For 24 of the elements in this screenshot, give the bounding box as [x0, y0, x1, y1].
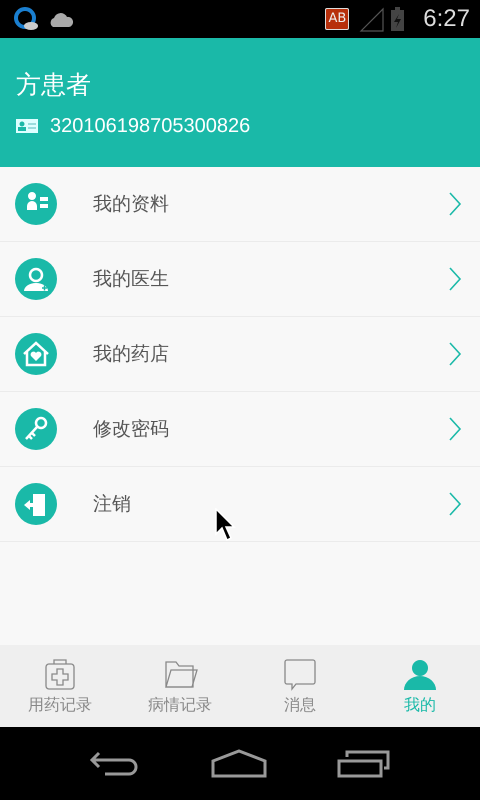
- profile-card-icon: [15, 183, 57, 225]
- cloud-icon: [48, 10, 74, 28]
- key-icon: [15, 408, 57, 450]
- menu-label: 我的资料: [93, 192, 170, 217]
- doctor-icon: [15, 258, 57, 300]
- user-name: 方患者: [16, 68, 92, 100]
- menu-label: 修改密码: [93, 417, 170, 442]
- cursor-icon: [215, 508, 237, 542]
- chevron-right-icon: [448, 416, 462, 442]
- recent-apps-icon[interactable]: [337, 748, 391, 778]
- clock-time: 6:27: [423, 5, 470, 33]
- notification-badge: AB: [325, 8, 350, 30]
- chevron-right-icon: [448, 266, 462, 292]
- menu-label: 我的药店: [93, 342, 170, 367]
- chevron-right-icon: [448, 191, 462, 217]
- exit-door-icon: [15, 483, 57, 525]
- chevron-right-icon: [448, 341, 462, 367]
- id-number: 320106198705300826: [50, 114, 250, 138]
- home-icon[interactable]: [211, 748, 267, 778]
- menu-label: 注销: [93, 492, 132, 517]
- chevron-right-icon: [448, 491, 462, 517]
- menu-label: 我的医生: [93, 267, 170, 292]
- id-card-icon: [16, 119, 38, 133]
- app-icon: [14, 7, 38, 31]
